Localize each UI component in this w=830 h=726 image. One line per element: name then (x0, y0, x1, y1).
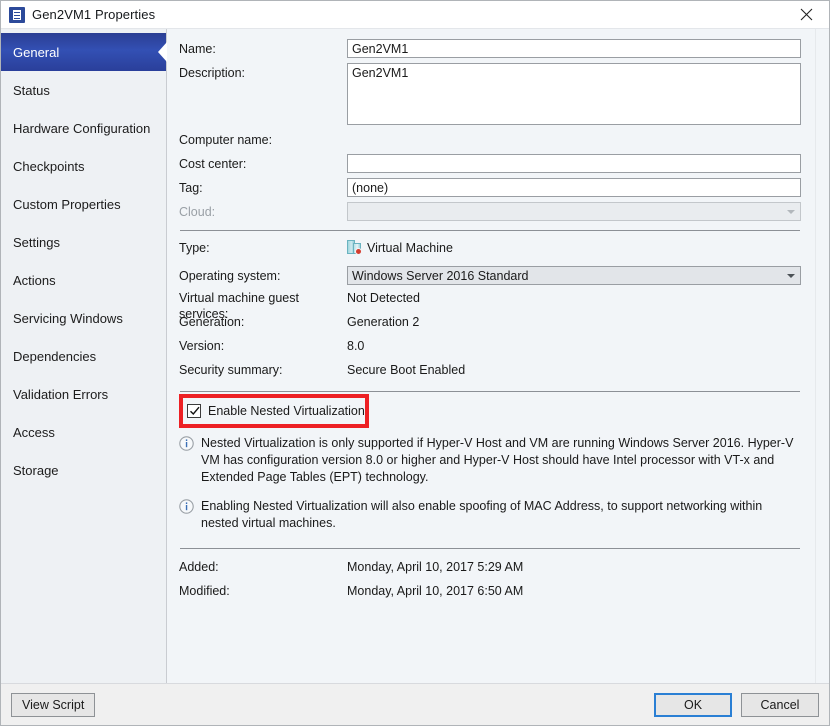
nested-virtualization-section: Enable Nested Virtualization (179, 400, 801, 422)
sidebar-item-label: General (13, 45, 59, 60)
sidebar-item-dependencies[interactable]: Dependencies (1, 337, 166, 375)
sidebar-item-storage[interactable]: Storage (1, 451, 166, 489)
sidebar-item-label: Access (13, 425, 55, 440)
description-label: Description: (179, 63, 347, 81)
selected-chevron-icon (158, 42, 167, 62)
sidebar-item-general[interactable]: General (1, 33, 166, 71)
operating-system-row: Operating system: Windows Server 2016 St… (179, 266, 801, 285)
tag-label: Tag: (179, 178, 347, 196)
sidebar-item-label: Hardware Configuration (13, 121, 150, 136)
computer-name-row: Computer name: (179, 130, 801, 148)
name-input[interactable] (347, 39, 801, 58)
tag-input[interactable] (347, 178, 801, 197)
cost-center-input[interactable] (347, 154, 801, 173)
sidebar-item-label: Settings (13, 235, 60, 250)
operating-system-select[interactable]: Windows Server 2016 Standard (347, 266, 801, 285)
sidebar-item-servicing-windows[interactable]: Servicing Windows (1, 299, 166, 337)
name-label: Name: (179, 39, 347, 57)
info-icon (179, 436, 194, 451)
sidebar-item-label: Storage (13, 463, 59, 478)
sidebar-item-validation-errors[interactable]: Validation Errors (1, 375, 166, 413)
type-label: Type: (179, 240, 347, 256)
sidebar-item-hardware-configuration[interactable]: Hardware Configuration (1, 109, 166, 147)
nested-virtualization-note-1: Nested Virtualization is only supported … (179, 435, 801, 486)
sidebar-item-label: Actions (13, 273, 56, 288)
added-label: Added: (179, 559, 347, 575)
type-row: Type: Virtual Machine (179, 240, 801, 259)
security-summary-row: Security summary: Secure Boot Enabled (179, 362, 801, 381)
enable-nested-virtualization-label[interactable]: Enable Nested Virtualization (208, 404, 365, 418)
sidebar-item-custom-properties[interactable]: Custom Properties (1, 185, 166, 223)
generation-label: Generation: (179, 314, 347, 330)
sidebar-nav: General Status Hardware Configuration Ch… (1, 29, 167, 683)
security-summary-value: Secure Boot Enabled (347, 362, 465, 378)
content-area: Name: Description: Gen2VM1 Computer name… (167, 29, 829, 683)
cloud-row: Cloud: (179, 202, 801, 221)
modified-row: Modified: Monday, April 10, 2017 6:50 AM (179, 583, 801, 602)
close-icon (800, 8, 813, 21)
sidebar-item-label: Checkpoints (13, 159, 85, 174)
guest-services-row: Virtual machine guest services: Not Dete… (179, 290, 801, 309)
note-text: Enabling Nested Virtualization will also… (201, 498, 801, 532)
nested-virtualization-note-2: Enabling Nested Virtualization will also… (179, 498, 801, 532)
cost-center-row: Cost center: (179, 154, 801, 173)
close-button[interactable] (784, 1, 829, 28)
modified-value: Monday, April 10, 2017 6:50 AM (347, 583, 523, 599)
chevron-down-icon (787, 274, 795, 278)
added-value: Monday, April 10, 2017 5:29 AM (347, 559, 523, 575)
type-value-wrap: Virtual Machine (347, 240, 453, 256)
guest-services-value: Not Detected (347, 290, 420, 306)
divider-top (180, 230, 800, 231)
version-row: Version: 8.0 (179, 338, 801, 357)
version-value: 8.0 (347, 338, 364, 354)
note-text: Nested Virtualization is only supported … (201, 435, 801, 486)
cost-center-label: Cost center: (179, 154, 347, 172)
view-script-button[interactable]: View Script (11, 693, 95, 717)
modified-label: Modified: (179, 583, 347, 599)
sidebar-item-label: Custom Properties (13, 197, 121, 212)
divider-bottom (180, 548, 800, 549)
computer-name-label: Computer name: (179, 130, 347, 148)
sidebar-item-label: Servicing Windows (13, 311, 123, 326)
cloud-select (347, 202, 801, 221)
virtual-machine-icon (347, 240, 362, 255)
vertical-scrollbar[interactable] (815, 29, 829, 683)
sidebar-item-settings[interactable]: Settings (1, 223, 166, 261)
sidebar-item-checkpoints[interactable]: Checkpoints (1, 147, 166, 185)
version-label: Version: (179, 338, 347, 354)
operating-system-selected-value: Windows Server 2016 Standard (352, 269, 528, 283)
sidebar-item-access[interactable]: Access (1, 413, 166, 451)
description-row: Description: Gen2VM1 (179, 63, 801, 125)
ok-button[interactable]: OK (654, 693, 732, 717)
dialog-footer: View Script OK Cancel (1, 683, 829, 725)
description-input[interactable]: Gen2VM1 (347, 63, 801, 125)
operating-system-label: Operating system: (179, 266, 347, 284)
properties-dialog: Gen2VM1 Properties General Status Hardwa… (0, 0, 830, 726)
security-summary-label: Security summary: (179, 362, 347, 378)
sidebar-item-label: Dependencies (13, 349, 96, 364)
added-row: Added: Monday, April 10, 2017 5:29 AM (179, 559, 801, 578)
sidebar-item-label: Status (13, 83, 50, 98)
generation-row: Generation: Generation 2 (179, 314, 801, 333)
general-panel: Name: Description: Gen2VM1 Computer name… (167, 29, 815, 683)
sidebar-item-label: Validation Errors (13, 387, 108, 402)
type-value: Virtual Machine (367, 241, 453, 255)
title-bar: Gen2VM1 Properties (1, 1, 829, 28)
tag-row: Tag: (179, 178, 801, 197)
checkmark-icon (189, 405, 201, 417)
dialog-body: General Status Hardware Configuration Ch… (1, 28, 829, 683)
cloud-label: Cloud: (179, 202, 347, 220)
cancel-button[interactable]: Cancel (741, 693, 819, 717)
divider-middle (180, 391, 800, 392)
info-icon (179, 499, 194, 514)
generation-value: Generation 2 (347, 314, 419, 330)
window-title: Gen2VM1 Properties (32, 7, 155, 22)
enable-nested-virtualization-checkbox[interactable] (187, 404, 201, 418)
enable-nested-virtualization-row[interactable]: Enable Nested Virtualization (179, 400, 801, 422)
properties-window-icon (9, 7, 25, 23)
sidebar-item-actions[interactable]: Actions (1, 261, 166, 299)
sidebar-item-status[interactable]: Status (1, 71, 166, 109)
name-row: Name: (179, 39, 801, 58)
chevron-down-icon (787, 210, 795, 214)
